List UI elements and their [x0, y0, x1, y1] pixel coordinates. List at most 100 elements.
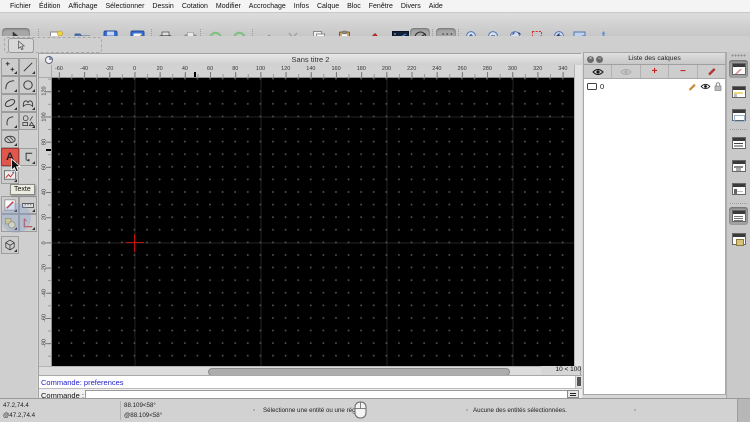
layer-edit-icon[interactable]	[687, 82, 697, 92]
dock-grip[interactable]	[731, 54, 746, 57]
layer-list-panel: × − Liste des calques + − 0	[583, 52, 726, 395]
application-window: Fichier Édition Affichage Sélectionner Dessi…	[0, 0, 750, 422]
command-line-window-icon	[731, 210, 746, 222]
document-window: Sans titre 2 -60 -40 -20 0 20 40 60 80 100 120 140…	[38, 53, 582, 400]
h-ruler-label: 120	[281, 65, 291, 72]
menu-modifier[interactable]: Modifier	[212, 3, 245, 10]
grid-status: 10 < 100	[555, 366, 581, 373]
secondary-toolbar	[0, 36, 750, 53]
menu-infos[interactable]: Infos	[290, 3, 313, 10]
v-ruler-label: -80	[41, 339, 48, 348]
image-tool[interactable]	[1, 166, 19, 184]
v-ruler: 120 100 80 60 40 20 0 -20 -40 -60 -80	[39, 78, 52, 366]
circles-tool[interactable]	[19, 76, 37, 94]
measure-tool[interactable]	[19, 196, 37, 214]
h-ruler-label: 200	[381, 65, 392, 72]
command-history: Commande: preferences	[39, 375, 582, 389]
ruler-corner	[39, 65, 52, 78]
splines-tool[interactable]	[19, 94, 37, 112]
h-ruler-label: 260	[457, 65, 467, 72]
document-title: Sans titre 2	[291, 55, 330, 64]
polygons-tool[interactable]	[19, 112, 37, 130]
library-browser-toggle[interactable]	[729, 106, 748, 124]
menu-divers[interactable]: Divers	[397, 3, 425, 10]
menu-aide[interactable]: Aide	[425, 3, 447, 10]
canvas-horizontal-scrollbar[interactable]	[39, 366, 541, 376]
layer-row[interactable]: 0	[584, 81, 725, 92]
menu-selectionner[interactable]: Sélectionner	[101, 3, 148, 10]
h-ruler-label: 80	[232, 65, 239, 72]
layer-list-toggle[interactable]	[729, 60, 748, 78]
text-tool[interactable]: A	[1, 148, 19, 166]
layer-list-window-icon	[731, 63, 746, 75]
snap-options-toggle[interactable]	[729, 180, 748, 198]
layer-lock-icon[interactable]	[714, 82, 722, 91]
lines-tool[interactable]	[19, 58, 37, 76]
command-line-toggle[interactable]	[729, 207, 748, 225]
ellipses-tool[interactable]	[1, 94, 19, 112]
modify-angle-tool[interactable]	[19, 214, 37, 232]
selection-status: Aucune des entités sélectionnées.	[473, 407, 567, 414]
h-ruler-label: 60	[207, 65, 214, 72]
layer-panel-titlebar[interactable]: × − Liste des calques	[584, 53, 725, 65]
edit-layer-button[interactable]	[698, 65, 725, 78]
canvas-vertical-scrollbar[interactable]	[574, 65, 582, 366]
cad-tool-palette: A	[0, 53, 37, 398]
dimensions-tool[interactable]	[19, 148, 37, 166]
points-tool[interactable]	[1, 58, 19, 76]
clipboard-window-icon	[731, 233, 746, 246]
clipboard-info-toggle[interactable]	[729, 230, 748, 248]
menu-calque[interactable]: Calque	[313, 3, 343, 10]
h-ruler-label: -40	[80, 65, 89, 72]
menu-cotation[interactable]: Cotation	[178, 3, 212, 10]
list-window-icon	[731, 137, 746, 149]
v-ruler-label: 20	[41, 214, 48, 221]
menu-bloc[interactable]: Bloc	[343, 3, 365, 10]
menu-fichier[interactable]: Fichier	[6, 3, 35, 10]
pointer-tool-button-secondary[interactable]	[8, 37, 34, 53]
command-options-toggle[interactable]	[729, 134, 748, 152]
resize-corner[interactable]	[737, 399, 750, 422]
layer-visible-icon[interactable]	[700, 83, 711, 90]
command-options-button[interactable]	[567, 390, 579, 398]
h-ruler-cursor-marker	[194, 72, 196, 77]
h-ruler-label: 20	[156, 65, 163, 72]
blocks-tool[interactable]	[1, 214, 19, 232]
v-ruler-label: -20	[41, 263, 48, 272]
origin-cross	[133, 233, 136, 252]
drawing-canvas[interactable]	[52, 78, 574, 366]
menu-affichage[interactable]: Affichage	[64, 3, 101, 10]
block-list-toggle[interactable]	[729, 83, 748, 101]
polar-absolute: 88.109<58°	[124, 402, 156, 409]
command-history-line: Commande: preferences	[41, 378, 124, 387]
remove-layer-button[interactable]: −	[669, 65, 698, 78]
v-ruler-label: 80	[41, 138, 48, 145]
polylines-tool[interactable]	[1, 112, 19, 130]
show-all-layers-button[interactable]	[584, 65, 613, 78]
h-ruler-label: -60	[54, 65, 63, 72]
pen-toolbar-toggle[interactable]	[729, 157, 748, 175]
h-ruler: -60 -40 -20 0 20 40 60 80 100 120 140 160 180 200 220 2…	[52, 65, 574, 78]
layer-panel-toolbar: + −	[584, 65, 725, 79]
menu-dessin[interactable]: Dessin	[148, 3, 177, 10]
mouse-hint: Sélectionne une entité ou une région	[263, 407, 364, 414]
solid-3d-tool[interactable]	[1, 236, 19, 254]
pointer-icon	[17, 39, 25, 51]
hatch-tool[interactable]	[1, 130, 19, 148]
v-ruler-label: 120	[41, 86, 48, 96]
draw-order-tool[interactable]	[1, 196, 19, 214]
h-ruler-label: 220	[407, 65, 417, 72]
snap-window-icon	[731, 183, 746, 195]
scrollbar-thumb[interactable]	[577, 377, 581, 386]
hide-all-layers-button[interactable]	[612, 65, 641, 78]
status-bar: 47.2,74.4 @47.2,74.4 88.109<58° @88.109<…	[0, 398, 750, 422]
h-ruler-label: 40	[181, 65, 188, 72]
menu-edition[interactable]: Édition	[35, 3, 64, 10]
add-layer-button[interactable]: +	[641, 65, 670, 78]
menu-fenetre[interactable]: Fenêtre	[365, 3, 397, 10]
h-ruler-label: 140	[306, 65, 316, 72]
arcs-tool[interactable]	[1, 76, 19, 94]
menu-accrochage[interactable]: Accrochage	[245, 3, 290, 10]
layer-panel-title: Liste des calques	[628, 55, 681, 62]
v-ruler-label: -60	[41, 314, 48, 323]
